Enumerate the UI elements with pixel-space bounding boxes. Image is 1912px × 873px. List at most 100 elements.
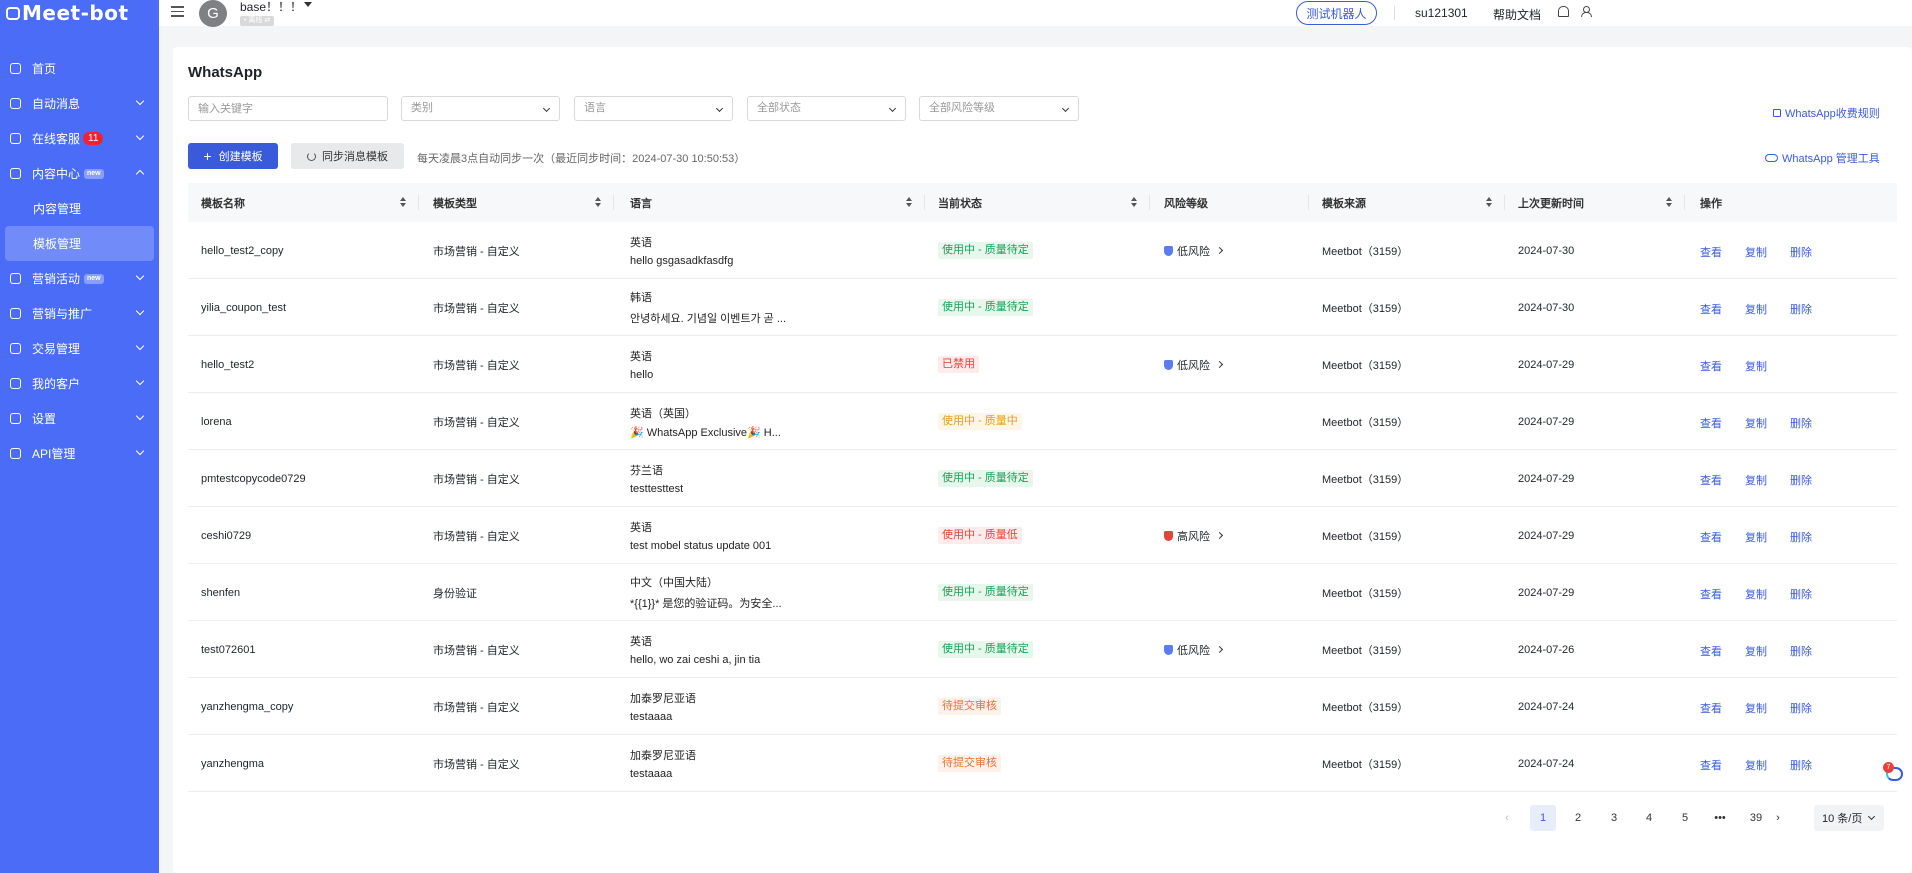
view-link[interactable]: 查看	[1700, 643, 1722, 659]
copy-link[interactable]: 复制	[1745, 529, 1767, 545]
delete-link[interactable]: 删除	[1790, 529, 1812, 545]
sort-icon[interactable]	[400, 197, 406, 207]
copy-link[interactable]: 复制	[1745, 472, 1767, 488]
view-link[interactable]: 查看	[1700, 586, 1722, 602]
column-header-type[interactable]: 模板类型	[419, 183, 614, 222]
sort-icon[interactable]	[906, 197, 912, 207]
test-bot-button[interactable]: 测试机器人	[1296, 1, 1377, 25]
sort-icon[interactable]	[1666, 197, 1672, 207]
view-link[interactable]: 查看	[1700, 757, 1722, 773]
copy-link[interactable]: 复制	[1745, 301, 1767, 317]
robot-icon	[6, 6, 20, 20]
copy-link[interactable]: 复制	[1745, 700, 1767, 716]
next-page-icon[interactable]: ›	[1765, 805, 1791, 831]
support-widget[interactable]: 7	[1883, 762, 1907, 784]
chevron-down-icon	[135, 411, 145, 421]
pricing-rules-link[interactable]: WhatsApp收费规则	[1773, 105, 1880, 121]
sort-icon[interactable]	[595, 197, 601, 207]
bell-icon[interactable]	[1558, 6, 1569, 17]
username[interactable]: su121301	[1415, 6, 1468, 20]
view-link[interactable]: 查看	[1700, 244, 1722, 260]
account-name[interactable]: base！！！	[240, 0, 302, 15]
sidebar-item-settings[interactable]: 设置	[0, 401, 159, 436]
pagination-ellipsis[interactable]: •••	[1707, 805, 1733, 831]
column-header-language[interactable]: 语言	[614, 183, 925, 222]
prev-page-icon[interactable]: ‹	[1494, 805, 1520, 831]
view-link[interactable]: 查看	[1700, 301, 1722, 317]
copy-link[interactable]: 复制	[1745, 358, 1767, 374]
risk-level[interactable]: 低风险	[1164, 336, 1224, 393]
copy-link[interactable]: 复制	[1745, 415, 1767, 431]
chevron-down-icon	[135, 306, 145, 316]
risk-level[interactable]: 高风险	[1164, 507, 1224, 564]
view-link[interactable]: 查看	[1700, 700, 1722, 716]
category-select[interactable]: 类别	[401, 96, 560, 121]
sort-icon[interactable]	[1131, 197, 1137, 207]
sidebar-subitem-template-management[interactable]: 模板管理	[5, 226, 154, 261]
delete-link[interactable]: 删除	[1790, 586, 1812, 602]
template-type: 市场营销 - 自定义	[433, 530, 520, 543]
page-number[interactable]: 1	[1530, 805, 1556, 831]
template-type: 市场营销 - 自定义	[433, 473, 520, 486]
risk-level[interactable]: 低风险	[1164, 222, 1224, 279]
whatsapp-manager-link[interactable]: WhatsApp 管理工具	[1765, 150, 1880, 166]
copy-link[interactable]: 复制	[1745, 643, 1767, 659]
sort-icon[interactable]	[1486, 197, 1492, 207]
copy-link[interactable]: 复制	[1745, 244, 1767, 260]
create-template-button[interactable]: + 创建模板	[188, 143, 278, 169]
column-header-name[interactable]: 模板名称	[188, 183, 419, 222]
delete-link[interactable]: 删除	[1790, 415, 1812, 431]
language-select[interactable]: 语言	[574, 96, 733, 121]
page-size-select[interactable]: 10 条/页	[1814, 805, 1884, 831]
delete-link[interactable]: 删除	[1790, 301, 1812, 317]
risk-level-select[interactable]: 全部风险等级	[919, 96, 1079, 121]
copy-link[interactable]: 复制	[1745, 586, 1767, 602]
delete-link[interactable]: 删除	[1790, 757, 1812, 773]
refresh-icon	[307, 151, 316, 161]
risk-level-label: 低风险	[1177, 644, 1210, 657]
caret-down-icon[interactable]	[304, 2, 312, 7]
sidebar-item-home[interactable]: 首页	[0, 51, 159, 86]
copy-link[interactable]: 复制	[1745, 757, 1767, 773]
delete-link[interactable]: 删除	[1790, 643, 1812, 659]
sidebar-item-marketing-campaigns[interactable]: 营销活动 new	[0, 261, 159, 296]
menu-collapse-icon[interactable]	[171, 6, 184, 18]
sidebar-item-live-support[interactable]: 在线客服 11	[0, 121, 159, 156]
avatar[interactable]: G	[199, 0, 227, 27]
view-link[interactable]: 查看	[1700, 358, 1722, 374]
column-header-updated[interactable]: 上次更新时间	[1505, 183, 1685, 222]
page-number[interactable]: 5	[1672, 805, 1698, 831]
page-number[interactable]: 4	[1636, 805, 1662, 831]
sidebar-item-label: 交易管理	[32, 342, 81, 356]
sidebar-item-label: 首页	[32, 62, 57, 76]
column-header-status[interactable]: 当前状态	[925, 183, 1150, 222]
sync-templates-button[interactable]: 同步消息模板	[291, 143, 404, 169]
sidebar-item-auto-message[interactable]: 自动消息	[0, 86, 159, 121]
view-link[interactable]: 查看	[1700, 415, 1722, 431]
language-name: 韩语	[630, 292, 652, 304]
keyword-search-input[interactable]	[188, 96, 388, 121]
shopping-bag-icon	[10, 343, 21, 354]
page-number[interactable]: 3	[1601, 805, 1627, 831]
sidebar-item-api-management[interactable]: API管理	[0, 436, 159, 471]
delete-link[interactable]: 删除	[1790, 700, 1812, 716]
column-header-source[interactable]: 模板来源	[1309, 183, 1505, 222]
sidebar-item-marketing-promotion[interactable]: 营销与推广	[0, 296, 159, 331]
page-number[interactable]: 2	[1565, 805, 1591, 831]
view-link[interactable]: 查看	[1700, 472, 1722, 488]
status-cell: 待提交审核	[938, 735, 1001, 792]
sidebar-subitem-content-management[interactable]: 内容管理	[0, 191, 159, 226]
delete-link[interactable]: 删除	[1790, 472, 1812, 488]
table-row: shenfen 身份验证 中文（中国大陆） *{{1}}* 是您的验证码。为安全...…	[188, 564, 1897, 621]
help-docs-link[interactable]: 帮助文档	[1493, 6, 1541, 23]
template-preview: hello gsgasadkfasdfg	[630, 255, 734, 267]
sidebar-item-content-center[interactable]: 内容中心 new	[0, 156, 159, 191]
delete-link[interactable]: 删除	[1790, 244, 1812, 260]
sidebar-item-trade-management[interactable]: 交易管理	[0, 331, 159, 366]
risk-level[interactable]: 低风险	[1164, 621, 1224, 678]
user-icon[interactable]	[1581, 6, 1592, 17]
sidebar-item-my-customers[interactable]: 我的客户	[0, 366, 159, 401]
status-select[interactable]: 全部状态	[747, 96, 906, 121]
brand-logo[interactable]: Meet-bot	[0, 0, 159, 26]
view-link[interactable]: 查看	[1700, 529, 1722, 545]
